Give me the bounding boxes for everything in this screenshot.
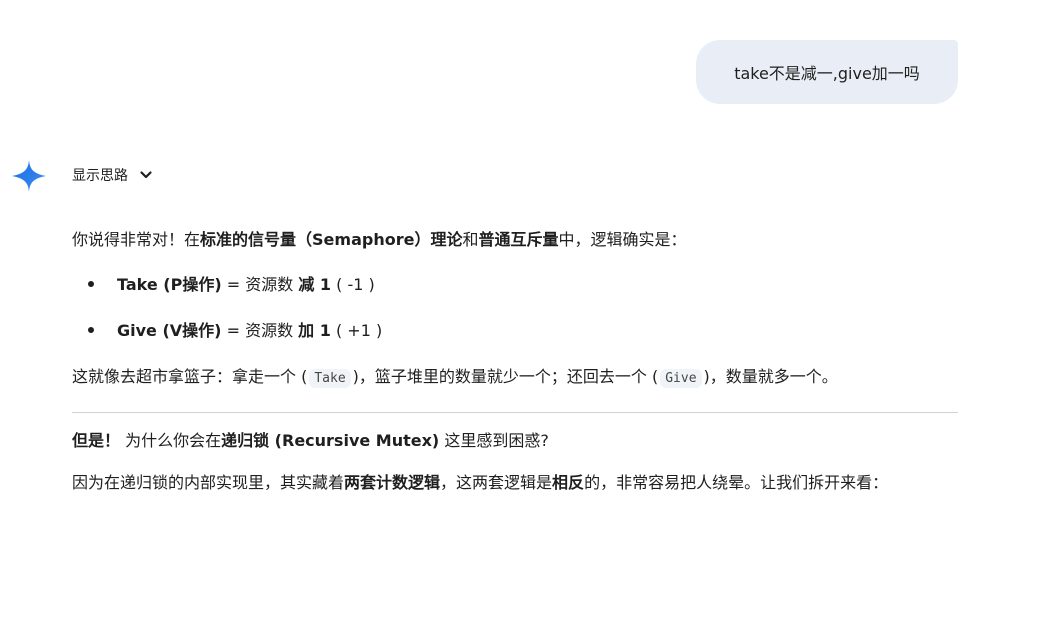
list-item-give: Give (V操作) = 资源数 加 1 ( +1 ) — [72, 308, 958, 354]
show-thoughts-toggle[interactable]: 显示思路 — [64, 160, 162, 190]
show-thoughts-label: 显示思路 — [72, 168, 128, 184]
assistant-response: 你说得非常对！在标准的信号量（Semaphore）理论和普通互斥量中，逻辑确实是… — [72, 226, 958, 499]
text-span: ，这两套逻辑是 — [440, 473, 553, 492]
inline-code: Take — [309, 369, 351, 388]
text-span: 因为在递归锁的内部实现里，其实藏着 — [72, 473, 345, 492]
bullet-text: = 资源数 — [221, 275, 299, 294]
bullet-term: Take (P操作) — [117, 275, 222, 294]
text-span: 的，非常容易把人绕晕。让我们拆开来看： — [584, 473, 889, 492]
user-message-bubble: take不是减一,give加一吗 — [696, 40, 958, 104]
operations-list: Take (P操作) = 资源数 减 1 ( -1 ) Give (V操作) =… — [72, 262, 958, 354]
bullet-text: ( -1 ) — [331, 275, 375, 294]
text-span: 为什么你会在 — [120, 431, 222, 450]
chevron-down-icon — [140, 171, 152, 179]
text-span: 和 — [462, 230, 479, 249]
bold-span: 但是！ — [72, 431, 121, 450]
response-paragraph-1: 你说得非常对！在标准的信号量（Semaphore）理论和普通互斥量中，逻辑确实是… — [72, 226, 958, 254]
response-paragraph-4: 因为在递归锁的内部实现里，其实藏着两套计数逻辑，这两套逻辑是相反的，非常容易把人… — [72, 467, 958, 499]
bullet-dot — [88, 281, 94, 287]
response-paragraph-3: 但是！ 为什么你会在递归锁 (Recursive Mutex) 这里感到困惑? — [72, 427, 958, 455]
text-span: )，数量就多一个。 — [703, 367, 838, 386]
text-span: 这里感到困惑? — [439, 431, 549, 450]
text-span: 中，逻辑确实是： — [558, 230, 687, 249]
bold-span: 两套计数逻辑 — [344, 473, 441, 492]
bullet-operation: 加 1 — [298, 321, 331, 340]
response-paragraph-2: 这就像去超市拿篮子：拿走一个 (Take)，篮子堆里的数量就少一个；还回去一个 … — [72, 362, 958, 393]
divider — [72, 412, 958, 413]
text-span: )，篮子堆里的数量就少一个；还回去一个 ( — [352, 367, 659, 386]
bold-span: 普通互斥量 — [478, 230, 559, 249]
bullet-dot — [88, 327, 94, 333]
text-span: 你说得非常对！在 — [72, 230, 201, 249]
bold-span: 标准的信号量（Semaphore）理论 — [200, 230, 463, 249]
bold-span: 相反 — [552, 473, 585, 492]
bullet-text: = 资源数 — [221, 321, 299, 340]
bullet-text: ( +1 ) — [330, 321, 383, 340]
list-item-take: Take (P操作) = 资源数 减 1 ( -1 ) — [72, 262, 958, 308]
text-span: 这就像去超市拿篮子：拿走一个 ( — [72, 367, 308, 386]
user-message-text: take不是减一,give加一吗 — [734, 64, 920, 83]
inline-code: Give — [660, 369, 702, 388]
gemini-sparkle-icon — [12, 160, 46, 192]
bullet-term: Give (V操作) — [117, 321, 222, 340]
bullet-operation: 减 1 — [298, 275, 332, 294]
bold-span: 递归锁 (Recursive Mutex) — [221, 431, 440, 450]
